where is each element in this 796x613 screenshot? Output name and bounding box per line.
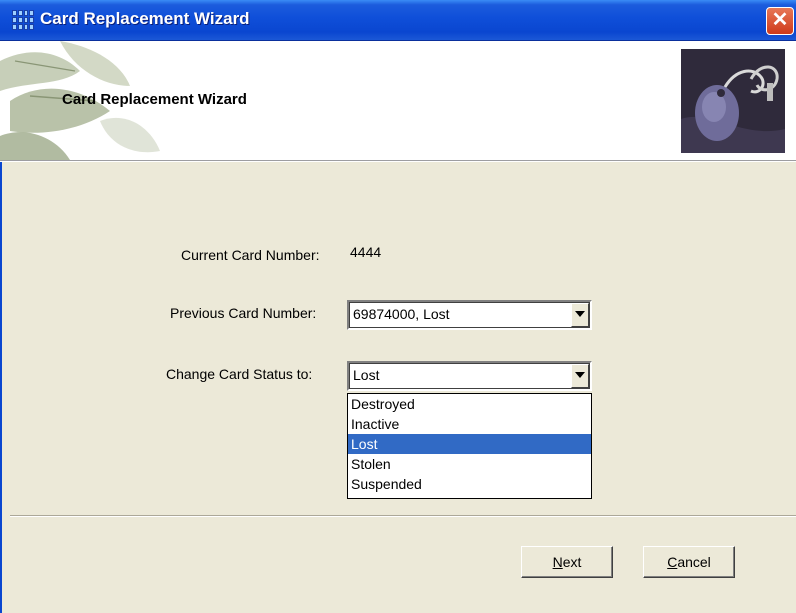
dropdown-arrow-icon [575,372,585,378]
status-option-inactive[interactable]: Inactive [348,414,591,434]
title-bar[interactable]: Card Replacement Wizard ✕ [0,0,796,41]
status-label: Change Card Status to: [166,366,313,382]
previous-card-select[interactable]: 69874000, Lost [347,300,592,330]
close-button[interactable]: ✕ [766,7,794,35]
status-select-value: Lost [353,367,380,383]
status-dropdown-list[interactable]: Destroyed Inactive Lost Stolen Suspended [347,393,592,499]
next-label: ext [562,554,582,570]
dropdown-arrow-icon [575,311,585,317]
cancel-label: ancel [677,554,711,570]
wizard-window: Card Replacement Wizard ✕ Card Replaceme… [0,0,796,613]
header-title: Card Replacement Wizard [62,91,247,108]
keyfob-image [681,49,785,153]
window-title: Card Replacement Wizard [40,9,250,28]
footer-divider-highlight [10,516,796,517]
status-select[interactable]: Lost [347,361,592,391]
current-card-label: Current Card Number: [181,247,320,263]
wizard-header: Card Replacement Wizard [0,41,796,161]
status-option-suspended[interactable]: Suspended [348,474,591,494]
previous-card-label: Previous Card Number: [170,305,317,321]
next-accelerator: N [552,554,563,570]
status-option-destroyed[interactable]: Destroyed [348,394,591,414]
status-option-lost[interactable]: Lost [348,434,591,454]
current-card-value: 4444 [350,244,382,260]
close-icon: ✕ [771,9,789,31]
cancel-button[interactable]: Cancel [643,546,735,578]
previous-card-select-value: 69874000, Lost [353,306,450,322]
app-grid-icon [12,10,34,30]
status-dropdown-button[interactable] [571,364,589,388]
cancel-accelerator: C [667,554,678,570]
next-button[interactable]: Next [521,546,613,578]
header-divider [0,161,796,162]
previous-card-dropdown-button[interactable] [571,303,589,327]
status-option-stolen[interactable]: Stolen [348,454,591,474]
